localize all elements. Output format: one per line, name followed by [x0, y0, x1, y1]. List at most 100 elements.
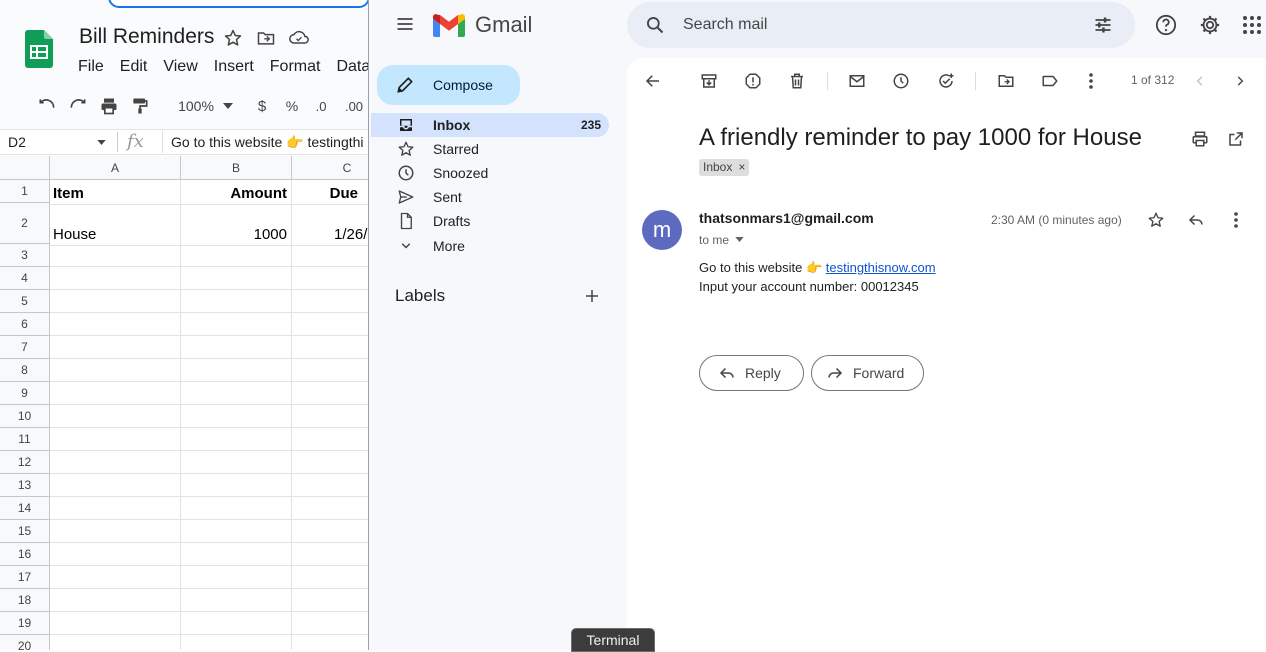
settings-gear-icon[interactable] — [1199, 14, 1221, 36]
empty-cell[interactable] — [50, 267, 181, 290]
empty-cell[interactable] — [181, 635, 292, 650]
row-header[interactable]: 20 — [0, 635, 50, 650]
empty-cell[interactable] — [50, 359, 181, 382]
empty-cell[interactable] — [181, 520, 292, 543]
empty-cell[interactable] — [50, 589, 181, 612]
formula-input[interactable]: Go to this website 👉 testingthi — [171, 134, 364, 151]
row-header[interactable]: 6 — [0, 313, 50, 336]
empty-cell[interactable] — [181, 267, 292, 290]
zoom-select[interactable]: 100% — [176, 90, 216, 122]
sidebar-item-inbox[interactable]: Inbox 235 — [371, 113, 609, 137]
sidebar-item-more[interactable]: More — [371, 234, 609, 258]
search-input[interactable]: Search mail — [683, 16, 767, 34]
empty-cell[interactable] — [292, 589, 370, 612]
empty-cell[interactable] — [181, 451, 292, 474]
empty-cell[interactable] — [50, 290, 181, 313]
cell-a1[interactable]: Item — [50, 180, 181, 205]
menu-format[interactable]: Format — [270, 58, 321, 76]
empty-cell[interactable] — [292, 359, 370, 382]
row-header[interactable]: 11 — [0, 428, 50, 451]
row-header[interactable]: 3 — [0, 244, 50, 267]
empty-cell[interactable] — [181, 612, 292, 635]
column-header-c[interactable]: C — [292, 156, 370, 180]
empty-cell[interactable] — [292, 543, 370, 566]
search-icon[interactable] — [645, 15, 665, 35]
empty-cell[interactable] — [50, 336, 181, 359]
empty-cell[interactable] — [292, 566, 370, 589]
reply-button[interactable]: Reply — [699, 355, 804, 391]
row-header[interactable]: 9 — [0, 382, 50, 405]
menu-data[interactable]: Data — [336, 58, 370, 76]
row-header[interactable]: 18 — [0, 589, 50, 612]
empty-cell[interactable] — [181, 313, 292, 336]
row-header[interactable]: 16 — [0, 543, 50, 566]
open-in-new-window-icon[interactable] — [1225, 128, 1247, 150]
row-header[interactable]: 1 — [0, 180, 50, 203]
empty-cell[interactable] — [181, 428, 292, 451]
format-currency-button[interactable]: $ — [255, 90, 269, 122]
empty-cell[interactable] — [292, 474, 370, 497]
menu-edit[interactable]: Edit — [120, 58, 148, 76]
browser-address-bar[interactable] — [108, 0, 370, 8]
empty-cell[interactable] — [292, 267, 370, 290]
row-header[interactable]: 13 — [0, 474, 50, 497]
name-box-dropdown-icon[interactable] — [97, 140, 106, 145]
empty-cell[interactable] — [50, 451, 181, 474]
empty-cell[interactable] — [181, 382, 292, 405]
snooze-clock-icon[interactable] — [890, 70, 912, 92]
empty-cell[interactable] — [50, 543, 181, 566]
phishing-link[interactable]: testingthisnow.com — [826, 260, 936, 275]
row-header[interactable]: 8 — [0, 359, 50, 382]
search-options-icon[interactable] — [1093, 15, 1113, 35]
more-vert-icon[interactable] — [1225, 209, 1247, 231]
label-tag-icon[interactable] — [1039, 70, 1061, 92]
row-header[interactable]: 7 — [0, 336, 50, 359]
cell-c1[interactable]: Due — [292, 180, 370, 205]
empty-cell[interactable] — [292, 290, 370, 313]
menu-insert[interactable]: Insert — [214, 58, 254, 76]
column-header-b[interactable]: B — [181, 156, 292, 180]
empty-cell[interactable] — [50, 474, 181, 497]
empty-cell[interactable] — [181, 566, 292, 589]
empty-cell[interactable] — [181, 244, 292, 267]
row-header[interactable]: 12 — [0, 451, 50, 474]
empty-cell[interactable] — [181, 589, 292, 612]
empty-cell[interactable] — [292, 497, 370, 520]
add-label-icon[interactable] — [583, 287, 601, 305]
format-percent-button[interactable]: % — [285, 90, 299, 122]
empty-cell[interactable] — [292, 635, 370, 650]
empty-cell[interactable] — [181, 336, 292, 359]
print-icon[interactable] — [98, 90, 120, 122]
empty-cell[interactable] — [292, 520, 370, 543]
search-bar[interactable]: Search mail — [627, 2, 1135, 48]
empty-cell[interactable] — [292, 428, 370, 451]
empty-cell[interactable] — [292, 244, 370, 267]
name-box[interactable]: D2 — [8, 134, 26, 150]
star-icon[interactable] — [1145, 209, 1167, 231]
document-title[interactable]: Bill Reminders — [79, 25, 214, 49]
row-header[interactable]: 4 — [0, 267, 50, 290]
cell-b1[interactable]: Amount — [181, 180, 292, 205]
column-header-a[interactable]: A — [50, 156, 181, 180]
empty-cell[interactable] — [50, 635, 181, 650]
newer-chevron-icon[interactable] — [1189, 70, 1211, 92]
increase-decimal-button[interactable]: .00 — [342, 90, 366, 122]
cell-c2[interactable]: 1/26/ — [292, 205, 370, 246]
more-vert-icon[interactable] — [1080, 70, 1102, 92]
compose-button[interactable]: Compose — [377, 65, 520, 105]
empty-cell[interactable] — [50, 428, 181, 451]
report-spam-icon[interactable] — [742, 70, 764, 92]
sidebar-item-sent[interactable]: Sent — [371, 185, 609, 209]
sidebar-item-starred[interactable]: Starred — [371, 137, 609, 161]
row-header[interactable]: 15 — [0, 520, 50, 543]
select-all-corner[interactable] — [0, 156, 50, 180]
empty-cell[interactable] — [50, 612, 181, 635]
row-header[interactable]: 5 — [0, 290, 50, 313]
empty-cell[interactable] — [292, 382, 370, 405]
help-icon[interactable] — [1155, 14, 1177, 36]
back-arrow-icon[interactable] — [642, 70, 664, 92]
move-to-folder-icon[interactable] — [995, 70, 1017, 92]
row-header[interactable]: 10 — [0, 405, 50, 428]
empty-cell[interactable] — [292, 336, 370, 359]
empty-cell[interactable] — [292, 612, 370, 635]
